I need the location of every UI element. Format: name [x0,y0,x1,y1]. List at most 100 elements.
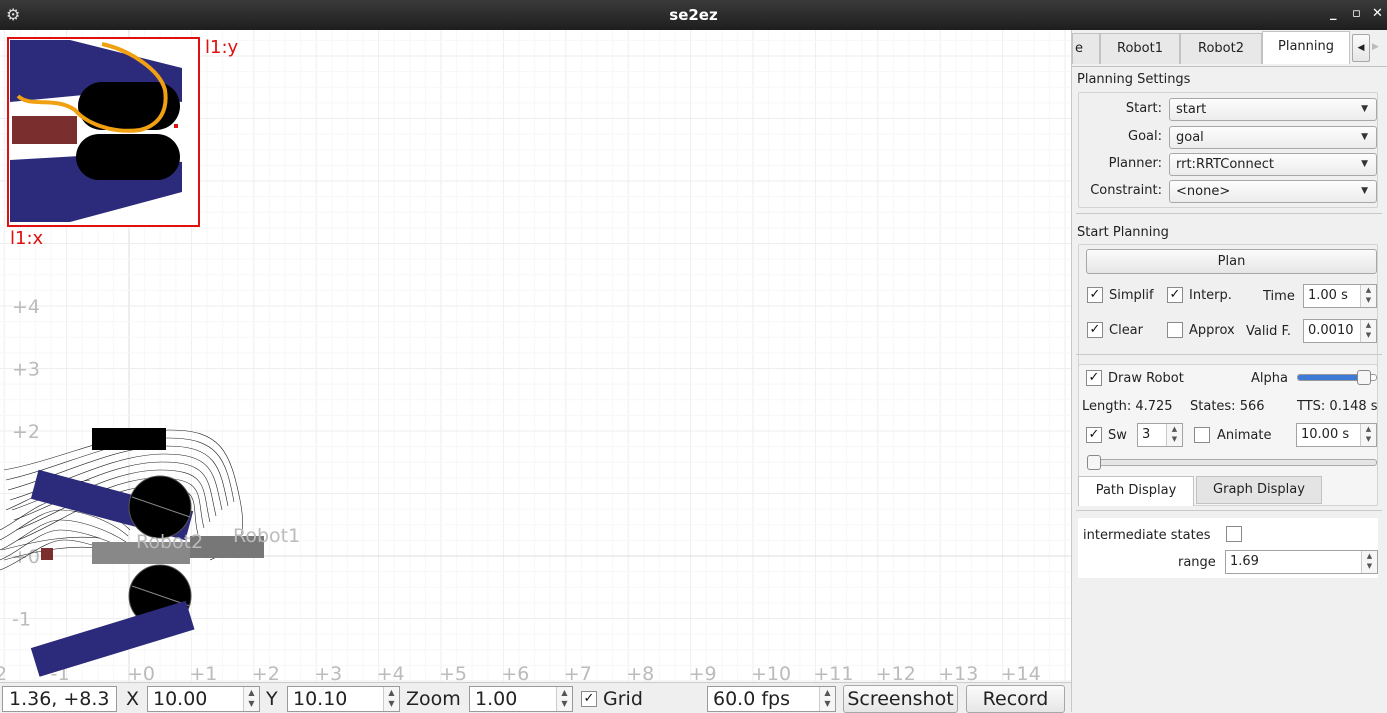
x-tick-label: +13 [938,663,978,682]
start-select[interactable]: start ▼ [1169,98,1377,121]
time-spin-arrows[interactable]: ▲ ▼ [1360,285,1376,307]
x-tick-label: +3 [314,663,342,682]
goal-select[interactable]: goal ▼ [1169,126,1377,149]
scene-canvas[interactable]: -2-1+0+1+2+3+4+5+6+7+8+9+10+11+12+13+14 … [0,30,1071,682]
fps-spinbox[interactable]: 60.0 fps ▲ ▼ [707,686,836,712]
minimap-y-label: l1:y [205,37,239,58]
fps-value: 60.0 fps [713,688,790,710]
animation-slider-handle[interactable] [1087,455,1101,470]
fps-spin-arrows[interactable]: ▲ ▼ [819,687,835,711]
simplify-checkbox[interactable]: ✓ [1087,287,1103,303]
y-spinbox[interactable]: 10.10 ▲ ▼ [287,686,400,712]
robot2-label: Robot2 [136,531,203,553]
x-tick-label: +5 [439,663,467,682]
minimap-x-label: l1:x [10,228,44,249]
cursor-coordinates: 1.36, +8.3 [2,686,117,712]
time-spinbox[interactable]: 1.00 s ▲ ▼ [1303,284,1377,308]
chevron-down-icon: ▼ [1361,186,1368,196]
path-length: Length: 4.725 [1082,399,1173,414]
clear-label: Clear [1109,323,1143,338]
view-toolbar: 1.36, +8.3 X 10.00 ▲ ▼ Y 10.10 ▲ ▼ Zoom 1.00… [0,682,1071,713]
approx-checkbox[interactable] [1167,322,1183,338]
tab-robot2[interactable]: Robot2 [1180,33,1262,64]
clear-checkbox[interactable]: ✓ [1087,322,1103,338]
tab-robot1[interactable]: Robot1 [1100,33,1180,64]
planner-label: Planner: [1108,156,1162,171]
x-tick-label: +1 [189,663,217,682]
chevron-down-icon: ▼ [1361,132,1368,142]
sweep-spin-arrows[interactable]: ▲ ▼ [1166,424,1182,446]
animate-spin-arrows[interactable]: ▲ ▼ [1360,424,1376,446]
plan-button[interactable]: Plan [1086,249,1377,274]
x-tick-label: +6 [501,663,529,682]
chevron-down-icon: ▼ [1361,159,1368,169]
y-tick-label: +2 [12,421,40,443]
tab-graph-display[interactable]: Graph Display [1196,476,1322,504]
intermediate-states-checkbox[interactable] [1226,526,1242,542]
alpha-slider-handle[interactable] [1357,370,1372,385]
start-planning-heading: Start Planning [1077,225,1169,240]
zoom-value: 1.00 [475,688,518,710]
state-count: States: 566 [1190,399,1265,414]
sweep-checkbox[interactable]: ✓ [1086,427,1102,443]
x-tick-label: +14 [1001,663,1041,682]
alpha-slider[interactable] [1297,370,1377,385]
minimap[interactable] [7,37,200,227]
interp-checkbox[interactable]: ✓ [1167,287,1183,303]
x-value: 10.00 [153,688,208,710]
x-label: X [126,688,140,710]
planner-value: rrt:RRTConnect [1176,157,1274,172]
x-spin-arrows[interactable]: ▲ ▼ [243,687,259,711]
approx-label: Approx [1189,323,1235,338]
obstacle-rect-top [92,428,166,450]
window-titlebar[interactable]: ⚙ se2ez _ ▫ ✕ [0,0,1387,30]
tab-planning[interactable]: Planning [1262,31,1350,64]
window-title: se2ez [669,6,718,24]
minimize-icon[interactable]: _ [1330,6,1337,21]
grid-checkbox[interactable]: ✓ [581,691,597,707]
x-tick-label: +12 [876,663,916,682]
zoom-spin-arrows[interactable]: ▲ ▼ [556,687,572,711]
draw-robot-checkbox[interactable]: ✓ [1086,370,1102,386]
tab-path-display[interactable]: Path Display [1078,476,1194,506]
sweep-label: Sw [1108,428,1127,443]
draw-robot-label: Draw Robot [1108,371,1184,386]
tab-scene[interactable]: e [1072,33,1100,64]
alpha-slider-fill [1298,375,1365,380]
scene-view[interactable]: -2-1+0+1+2+3+4+5+6+7+8+9+10+11+12+13+14 … [0,30,1071,682]
start-label: Start: [1125,101,1162,116]
planner-select[interactable]: rrt:RRTConnect ▼ [1169,153,1377,176]
animate-time-value: 10.00 s [1301,427,1350,442]
screenshot-button[interactable]: Screenshot [843,685,958,713]
zoom-spinbox[interactable]: 1.00 ▲ ▼ [469,686,573,712]
y-label: Y [266,688,278,710]
animate-label: Animate [1217,428,1272,443]
sweep-count-spinbox[interactable]: 3 ▲ ▼ [1137,423,1183,447]
constraint-select[interactable]: <none> ▼ [1169,180,1377,203]
x-tick-label: +10 [751,663,791,682]
animation-slider[interactable] [1087,455,1377,470]
x-spinbox[interactable]: 10.00 ▲ ▼ [147,686,260,712]
tab-scroll-right-icon[interactable]: ▶ [1372,42,1379,52]
valid-fraction-spinbox[interactable]: 0.0010 ▲ ▼ [1303,319,1377,343]
constraint-value: <none> [1176,184,1231,199]
range-spin-arrows[interactable]: ▲ ▼ [1361,551,1377,573]
close-icon[interactable]: ✕ [1372,6,1383,21]
animate-checkbox[interactable] [1194,427,1210,443]
planning-settings-heading: Planning Settings [1077,72,1191,87]
y-spin-arrows[interactable]: ▲ ▼ [383,687,399,711]
x-tick-label: +9 [689,663,717,682]
time-label: Time [1263,289,1295,304]
chevron-down-icon: ▼ [1361,104,1368,114]
animate-time-spinbox[interactable]: 10.00 s ▲ ▼ [1296,423,1377,447]
goal-label: Goal: [1128,129,1162,144]
valid-spin-arrows[interactable]: ▲ ▼ [1360,320,1376,342]
record-button[interactable]: Record [966,685,1065,713]
side-panel: e Robot1 Robot2 Planning ◀ ▶ Planning Se… [1071,30,1387,712]
maximize-icon[interactable]: ▫ [1352,6,1361,21]
range-spinbox[interactable]: 1.69 ▲ ▼ [1225,550,1378,574]
intermediate-states-label: intermediate states [1083,528,1211,543]
goal-value: goal [1176,130,1204,145]
tab-scroll-left-icon[interactable]: ◀ [1352,34,1370,62]
x-tick-label: +7 [564,663,592,682]
